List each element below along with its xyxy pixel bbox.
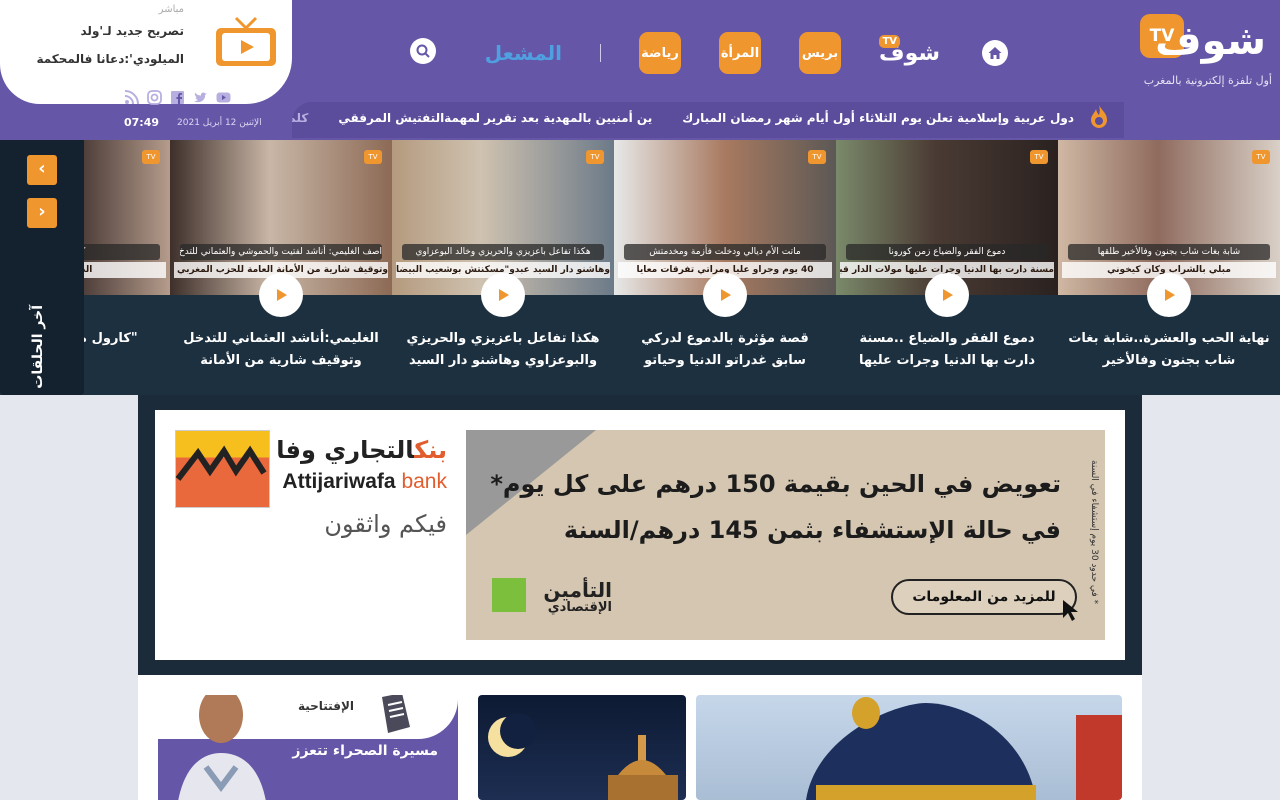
bank-logo-mark: [175, 430, 270, 508]
episode-card[interactable]: TV هكذا تفاعل باعزيزي والحريزي وخالد الب…: [392, 140, 614, 395]
site-header: TV شوف أول تلفزة إلكترونية بالمغرب شوف T…: [0, 0, 1280, 140]
cursor-icon: [1063, 600, 1078, 621]
rss-icon[interactable]: [124, 90, 139, 105]
episode-caption: ماتت الأم ديالي ودخلت فأزمة ومخدمتش: [624, 244, 826, 260]
next-arrow-icon[interactable]: ›: [27, 155, 57, 185]
editorial-card[interactable]: الإفتتاحية مسيرة الصحراء تتعزز: [158, 695, 458, 800]
ad-footnote: * في حدود 30 يوم إستشفاء في السنة: [1089, 460, 1099, 605]
ad-more-info-button[interactable]: للمزيد من المعلومات: [891, 579, 1077, 615]
episodes-label: آخر الحلقات: [30, 305, 46, 389]
bank-name-en-suffix: bank: [401, 470, 447, 493]
flame-icon: [1091, 105, 1107, 128]
bank-slogan: فيكم واثقون: [324, 510, 447, 538]
episode-title[interactable]: نهاية الحب والعشرة..شابة بغات شاب بجنون …: [1066, 328, 1272, 372]
play-icon[interactable]: [481, 273, 525, 317]
episode-card[interactable]: TV ماتت الأم ديالي ودخلت فأزمة ومخدمتش 4…: [614, 140, 836, 395]
live-headline-line2[interactable]: الميلودي':دعانا فالمحكمة: [36, 52, 184, 66]
ticker-item[interactable]: ين أمنيين بالمهدية بعد تقرير لمهمةالتفتي…: [338, 111, 652, 125]
ad-panel[interactable]: تعويض في الحين بقيمة 150 درهم على كل يوم…: [466, 430, 1105, 640]
prev-arrow-icon[interactable]: ‹: [27, 198, 57, 228]
live-card[interactable]: مباشر تصريح جديد لـ'ولد الميلودي':دعانا …: [0, 0, 292, 104]
bank-name-ar-suffix: بنك: [414, 436, 447, 464]
bank-name-en-main: Attijariwafa: [282, 470, 396, 493]
live-tag: مباشر: [158, 4, 184, 15]
ramadan-article-image[interactable]: [478, 695, 686, 800]
episode-thumbnail[interactable]: TV اصف الغليمي: أناشد لفتيت والحموشي وال…: [170, 140, 392, 295]
crescent-mosque-image: [488, 713, 678, 800]
insurer-name: التأمين: [543, 578, 612, 602]
latest-episodes-strip: › ‹ آخر الحلقات TV شابة بغات شاب بجنون و…: [0, 140, 1280, 395]
date-time-bar: 07:49 الإثنين 12 أبريل 2021: [124, 116, 262, 129]
episode-caption: دموع الفقر والضياع زمن كورونا: [846, 244, 1048, 260]
ad-headline-line2: في حالة الإستشفاء بثمن 145 درهم/السنة: [563, 516, 1061, 544]
play-icon[interactable]: [925, 273, 969, 317]
nav-sport[interactable]: رياضة: [639, 32, 682, 74]
twitter-icon[interactable]: [193, 90, 208, 105]
tv-badge-icon: TV: [142, 150, 160, 164]
insurer-name-sub: الإقتصادي: [547, 600, 612, 615]
episode-card[interactable]: TV دموع الفقر والضياع زمن كورونا مسنة دا…: [836, 140, 1058, 395]
episode-title[interactable]: دموع الفقر والضياع ..مسنة دارت بها الدني…: [844, 328, 1050, 372]
bank-name-ar-main: التجاري وفا: [276, 436, 415, 464]
play-icon[interactable]: [1147, 273, 1191, 317]
episode-caption: هكذا تفاعل باعزيزي والحريزي وخالد البوعز…: [402, 244, 604, 260]
document-icon: [382, 695, 410, 733]
episode-caption: اصف الغليمي: أناشد لفتيت والحموشي والعثم…: [180, 244, 382, 260]
episode-thumbnail[interactable]: TV دموع الفقر والضياع زمن كورونا مسنة دا…: [836, 140, 1058, 295]
search-icon[interactable]: [410, 38, 436, 64]
facebook-icon[interactable]: [170, 90, 185, 105]
episode-card[interactable]: TV شابة بغات شاب بجنون وفالأخير طلقها مب…: [1058, 140, 1280, 395]
tv-badge-icon: TV: [1030, 150, 1048, 164]
play-icon[interactable]: [259, 273, 303, 317]
episode-caption: شابة بغات شاب بجنون وفالأخير طلقها: [1068, 244, 1270, 260]
featured-article-image[interactable]: [696, 695, 1122, 800]
insurer-logo-mark: [492, 578, 526, 612]
instagram-icon[interactable]: [147, 90, 162, 105]
site-logo[interactable]: TV شوف: [1140, 12, 1270, 74]
social-links: [124, 90, 231, 105]
main-nav: شوف TV بريس المرأة رياضة المشعل: [485, 32, 1008, 74]
editorial-kicker: الإفتتاحية: [297, 699, 354, 713]
ad-headline-line1: تعويض في الحين بقيمة 150 درهم على كل يوم…: [490, 470, 1061, 498]
bank-name-en: Attijariwafa bank: [282, 470, 447, 494]
episode-thumbnail[interactable]: TV شابة بغات شاب بجنون وفالأخير طلقها مب…: [1058, 140, 1280, 295]
ticker-item[interactable]: كلمية: [292, 111, 308, 125]
episode-title[interactable]: الغليمي:أناشد العثماني للتدخل وتوقيف شار…: [178, 328, 384, 372]
nav-women[interactable]: المرأة: [719, 32, 762, 74]
episode-title[interactable]: هكذا تفاعل باعزيزي والحريزي والبوعزاوي و…: [400, 328, 606, 372]
ticker-items: دول عربية وإسلامية تعلن يوم الثلاثاء أول…: [292, 111, 1074, 125]
episode-thumbnail[interactable]: TV هكذا تفاعل باعزيزي والحريزي وخالد الب…: [392, 140, 614, 295]
police-cap-image: [806, 697, 1122, 800]
episode-title[interactable]: قصة مؤثرة بالدموع لدركي سابق غدراتو الدن…: [622, 328, 828, 372]
home-icon[interactable]: [982, 40, 1008, 66]
play-icon[interactable]: [703, 273, 747, 317]
tv-badge-icon: TV: [586, 150, 604, 164]
editorial-headline[interactable]: مسيرة الصحراء تتعزز: [292, 743, 438, 759]
nav-press[interactable]: بريس: [799, 32, 842, 74]
live-headline-line1[interactable]: تصريح جديد لـ'ولد: [81, 24, 185, 38]
bank-name-ar: بنكالتجاري وفا: [276, 436, 447, 464]
youtube-icon[interactable]: [216, 90, 231, 105]
logo-wordmark: شوف: [1155, 18, 1266, 64]
nav-shouf-tv-badge: TV: [879, 34, 900, 48]
news-ticker: دول عربية وإسلامية تعلن يوم الثلاثاء أول…: [292, 102, 1124, 138]
episodes-sidebar-overlay: › ‹ آخر الحلقات: [0, 140, 84, 395]
nav-divider: [600, 44, 602, 62]
tv-badge-icon: TV: [808, 150, 826, 164]
episode-thumbnail[interactable]: TV ماتت الأم ديالي ودخلت فأزمة ومخدمتش 4…: [614, 140, 836, 295]
insurer-logo: التأمين الإقتصادي: [492, 578, 612, 634]
ticker-item[interactable]: دول عربية وإسلامية تعلن يوم الثلاثاء أول…: [682, 111, 1074, 125]
tv-badge-icon: TV: [1252, 150, 1270, 164]
current-date: الإثنين 12 أبريل 2021: [177, 117, 262, 128]
nav-mashal[interactable]: المشعل: [485, 41, 563, 65]
tv-badge-icon: TV: [364, 150, 382, 164]
tv-play-icon: [216, 16, 276, 66]
current-time: 07:49: [124, 116, 160, 129]
bank-logo[interactable]: بنكالتجاري وفا Attijariwafa bank فيكم وا…: [175, 430, 455, 560]
episode-card[interactable]: TV اصف الغليمي: أناشد لفتيت والحموشي وال…: [170, 140, 392, 395]
author-photo: [178, 695, 266, 800]
site-tagline: أول تلفزة إلكترونية بالمغرب: [1143, 74, 1272, 87]
nav-shouf-tv[interactable]: شوف TV: [879, 34, 944, 66]
